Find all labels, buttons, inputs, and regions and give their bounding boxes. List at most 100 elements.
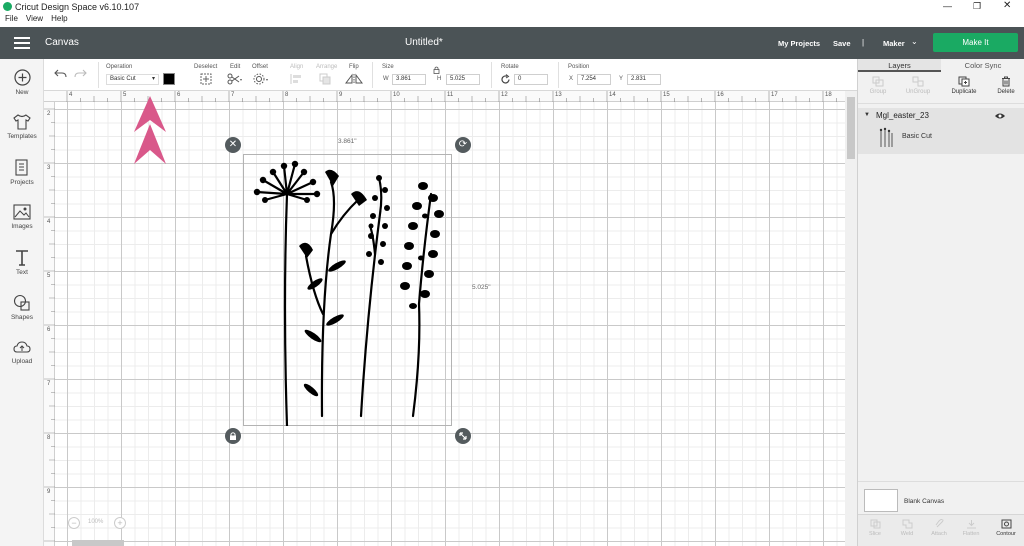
offset-icon[interactable] [253, 73, 269, 85]
zoom-controls: − 100% + [68, 517, 130, 531]
close-window-icon[interactable]: ✕ [1003, 0, 1011, 11]
contour-button[interactable]: Contour [990, 519, 1022, 537]
lock-icon[interactable] [433, 66, 440, 74]
vertical-scrollbar[interactable] [845, 91, 857, 546]
chevron-down-icon[interactable]: ⌄ [911, 37, 918, 46]
pointer-arrow-annotation [134, 96, 166, 164]
rotate-handle-icon[interactable]: ⟳ [455, 137, 471, 153]
vertical-scroll-thumb[interactable] [847, 97, 855, 159]
nav-projects[interactable]: Projects [0, 159, 44, 186]
left-ruler: 2 3 4 5 6 7 8 9 [44, 102, 55, 546]
menu-help[interactable]: Help [51, 14, 67, 23]
operation-select[interactable]: Basic Cut ▾ [106, 74, 159, 85]
deselect-icon[interactable] [200, 73, 212, 85]
redo-icon[interactable] [74, 69, 87, 79]
rotate-input[interactable]: 0 [514, 74, 548, 85]
nav-images-label: Images [11, 223, 33, 230]
blank-canvas-swatch[interactable] [864, 489, 898, 512]
minimize-icon[interactable]: — [943, 1, 952, 11]
ungroup-button[interactable]: UnGroup [900, 76, 936, 95]
menu-file[interactable]: File [5, 14, 18, 23]
horizontal-scroll-thumb[interactable] [72, 540, 124, 546]
operation-label: Operation [106, 64, 133, 70]
zoom-in-button[interactable]: + [114, 517, 126, 529]
blank-canvas-row[interactable]: Blank Canvas [858, 481, 1024, 512]
ruler-left-label: 4 [47, 219, 51, 225]
flatten-label: Flatten [962, 531, 980, 537]
window-title: Cricut Design Space v6.10.107 [15, 2, 140, 12]
nav-text[interactable]: Text [0, 249, 44, 276]
rotate-icon[interactable] [500, 74, 511, 85]
height-input[interactable]: 5.025 [446, 74, 480, 85]
my-projects-link[interactable]: My Projects [778, 39, 820, 48]
eye-icon[interactable] [994, 112, 1006, 120]
layer-thumbnail [878, 127, 894, 147]
wildflower-artwork[interactable] [243, 154, 452, 426]
duplicate-button[interactable]: Duplicate [944, 76, 984, 95]
ruler-top-label: 12 [501, 92, 508, 98]
selection-height-label: 5.025" [472, 284, 491, 291]
width-input[interactable]: 3.861 [392, 74, 426, 85]
ruler-top-label: 14 [609, 92, 616, 98]
ungroup-label: UnGroup [905, 89, 931, 95]
color-swatch[interactable] [163, 73, 175, 85]
make-it-button[interactable]: Make It [933, 33, 1018, 52]
upload-icon [13, 341, 31, 353]
projects-icon [15, 159, 28, 176]
attach-button[interactable]: Attach [924, 518, 954, 537]
design-canvas[interactable]: 4 5 6 7 8 9 10 11 12 13 14 15 16 17 18 2… [44, 91, 857, 546]
flatten-button[interactable]: Flatten [956, 519, 986, 537]
layer-group-row[interactable]: ▼ Mgl_easter_23 Basic Cut [858, 108, 1024, 154]
machine-selector[interactable]: Maker [883, 39, 905, 48]
rotate-label: Rotate [501, 64, 519, 70]
canvas-label: Canvas [45, 37, 79, 48]
plus-circle-icon [13, 69, 31, 86]
slice-button[interactable]: Slice [860, 519, 890, 537]
width-value: 3.861 [396, 76, 412, 82]
x-position-input[interactable]: 7.254 [577, 74, 611, 85]
position-label: Position [568, 64, 590, 70]
delete-button[interactable]: Delete [990, 76, 1022, 95]
tab-color-sync[interactable]: Color Sync [941, 59, 1024, 72]
scissors-icon[interactable] [227, 73, 243, 85]
nav-templates[interactable]: Templates [0, 114, 44, 140]
expand-caret-icon[interactable]: ▼ [864, 112, 870, 118]
ungroup-icon [912, 76, 924, 87]
weld-button[interactable]: Weld [892, 519, 922, 537]
nav-new[interactable]: New [0, 69, 44, 96]
nav-new-label: New [15, 89, 29, 96]
edit-toolbar: Operation Basic Cut ▾ Deselect Edit Offse… [44, 59, 857, 91]
header-separator: | [862, 38, 865, 47]
size-label: Size [382, 64, 394, 70]
undo-icon[interactable] [54, 69, 67, 79]
align-icon[interactable] [290, 73, 306, 85]
zoom-out-button[interactable]: − [68, 517, 80, 529]
hamburger-menu-icon[interactable] [14, 37, 30, 49]
ruler-top-label: 10 [393, 92, 400, 98]
document-title[interactable]: Untitled* [405, 37, 443, 48]
nav-shapes[interactable]: Shapes [0, 294, 44, 321]
menu-bar: File View Help [0, 14, 1024, 27]
layer-group-name[interactable]: Mgl_easter_23 [876, 111, 929, 120]
ruler-top-label: 11 [447, 92, 454, 98]
save-button[interactable]: Save [833, 39, 851, 48]
restore-icon[interactable]: ❐ [973, 1, 981, 12]
ruler-left-label: 9 [47, 489, 51, 495]
toolbar-divider [98, 62, 99, 88]
nav-upload[interactable]: Upload [0, 339, 44, 365]
tab-layers[interactable]: Layers [858, 59, 941, 72]
layer-item-name[interactable]: Basic Cut [902, 133, 932, 140]
ruler-top-label: 16 [717, 92, 724, 98]
resize-handle-icon[interactable] [455, 428, 471, 444]
arrange-icon[interactable] [319, 73, 337, 85]
shirt-icon [13, 114, 31, 130]
y-position-input[interactable]: 2.831 [627, 74, 661, 85]
attach-label: Attach [931, 531, 947, 537]
lock-handle-icon[interactable] [225, 428, 241, 444]
flip-icon[interactable] [345, 73, 365, 85]
weld-label: Weld [900, 531, 914, 537]
menu-view[interactable]: View [26, 14, 43, 23]
group-button[interactable]: Group [862, 76, 894, 95]
delete-handle-icon[interactable]: ✕ [225, 137, 241, 153]
nav-images[interactable]: Images [0, 204, 44, 230]
